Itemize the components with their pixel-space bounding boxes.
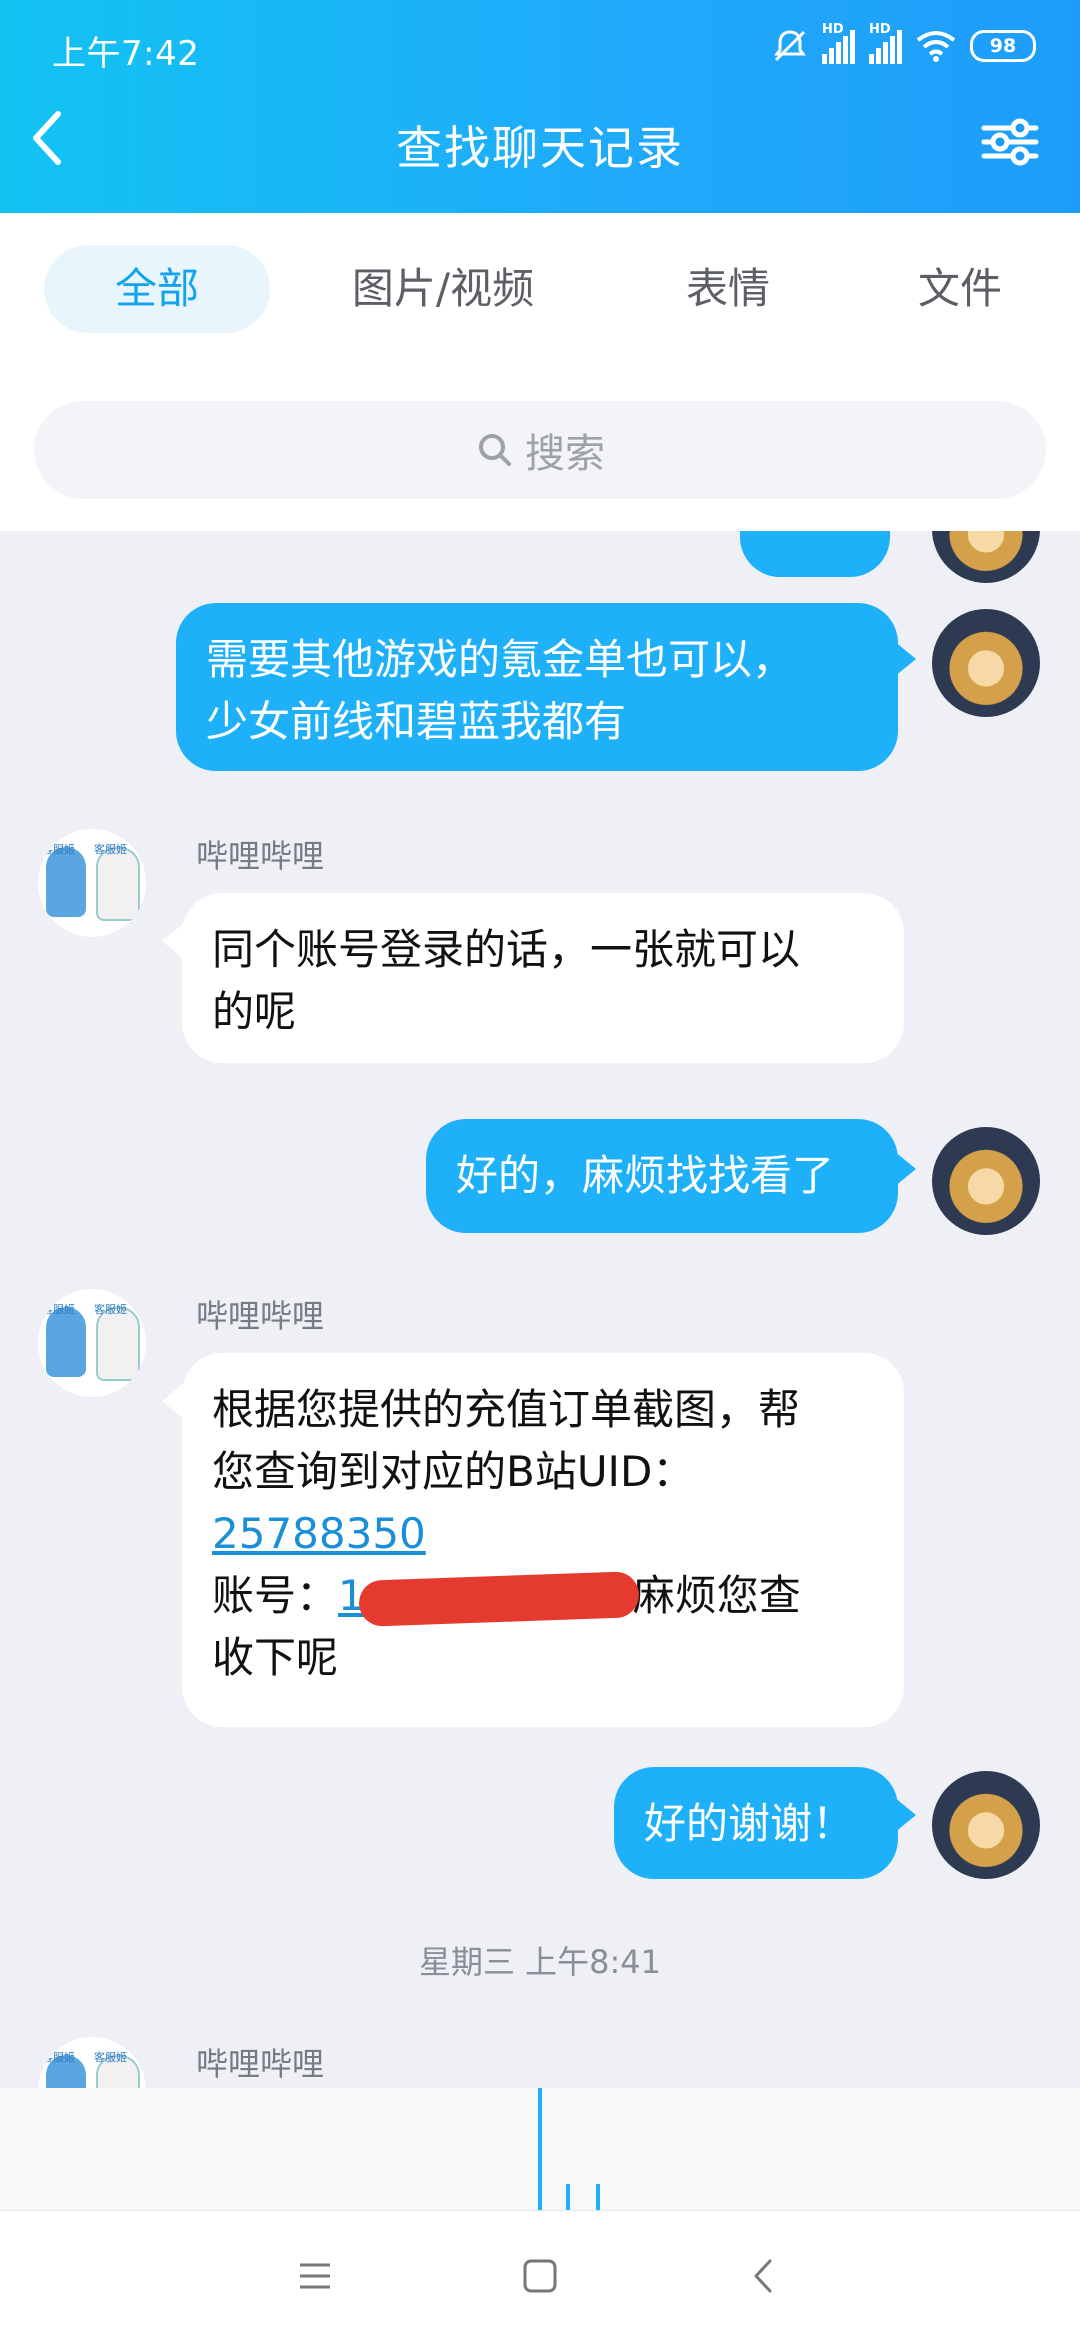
partial-message-bubble [740,531,890,577]
message-text-line: 同个账号登录的话，一张就可以 [212,925,801,974]
system-nav-bar [0,2210,1080,2341]
bilibili-service-avatar[interactable]: 客服姬 客服姬 [38,2037,146,2088]
sender-name: 哔哩哔哩 [196,1297,325,1335]
user-avatar[interactable] [932,609,1040,717]
message-text: 好的谢谢！ [644,1799,855,1848]
status-time: 上午7:42 [52,34,200,74]
search-section: 搜索 [0,363,1080,531]
bilibili-service-avatar[interactable]: 客服姬 客服姬 [38,1289,146,1397]
menu-icon[interactable] [290,2251,340,2301]
chat-history[interactable]: 需要其他游戏的氪金单也可以， 少女前线和碧蓝我都有 客服姬 客服姬 哔哩哔哩 同… [0,531,1080,2088]
tab-all[interactable]: 全部 [44,245,270,333]
back-icon[interactable] [740,2251,790,2301]
loading-bar [596,2184,600,2210]
message-bubble-outgoing: 好的谢谢！ [614,1767,898,1879]
message-bubble-outgoing: 需要其他游戏的氪金单也可以， 少女前线和碧蓝我都有 [176,603,898,771]
network-type-1: HD [822,22,844,37]
message-text-line: 需要其他游戏的氪金单也可以， [206,635,795,684]
bubble-tail [894,641,916,677]
bubble-tail [162,923,184,959]
bubble-tail [894,1797,916,1833]
bubble-tail [162,1383,184,1419]
account-suffix: 麻烦您查 [632,1571,801,1620]
wifi-icon [916,31,956,62]
home-icon[interactable] [515,2251,565,2301]
user-avatar[interactable] [932,1771,1040,1879]
message-bubble-incoming: 根据您提供的充值订单截图，帮 您查询到对应的B站UID： 25788350 账号… [182,1353,904,1727]
avatar-badge: 客服姬 [94,2051,127,2064]
avatar-badge: 客服姬 [94,1303,127,1316]
signal-2: HD [869,22,902,64]
user-avatar[interactable] [932,1127,1040,1235]
battery-indicator: 98 [970,30,1036,62]
sender-name: 哔哩哔哩 [196,837,325,875]
user-avatar [932,531,1040,583]
tab-images-videos[interactable]: 图片/视频 [330,245,556,333]
tab-files[interactable]: 文件 [862,245,1058,333]
account-label: 账号： [212,1571,339,1620]
avatar-badge: 客服姬 [94,843,127,856]
loading-area [0,2088,1080,2210]
network-type-2: HD [869,22,891,37]
search-input[interactable]: 搜索 [34,401,1046,499]
app-header: 上午7:42 HD HD 98 查找聊天记录 [0,0,1080,213]
redaction-mark [358,1570,640,1627]
bubble-tail [894,1151,916,1187]
filter-tabs: 全部 图片/视频 表情 文件 [0,213,1080,363]
tab-stickers[interactable]: 表情 [630,245,826,333]
signal-1: HD [822,22,855,64]
avatar-badge: 客服姬 [42,2051,75,2064]
uid-link[interactable]: 25788350 [212,1509,426,1558]
message-bubble-incoming: 同个账号登录的话，一张就可以 的呢 [182,893,904,1063]
message-bubble-outgoing: 好的，麻烦找找看了 [426,1119,898,1233]
message-text-line: 少女前线和碧蓝我都有 [206,697,627,746]
bilibili-service-avatar[interactable]: 客服姬 客服姬 [38,829,146,937]
message-text: 好的，麻烦找找看了 [456,1151,835,1200]
loading-bar [566,2184,570,2210]
message-text-line: 您查询到对应的B站UID： [212,1447,695,1496]
loading-bar [538,2088,542,2210]
filter-settings-icon[interactable] [980,114,1040,170]
message-text-line: 的呢 [212,987,297,1036]
message-text-line: 收下呢 [212,1633,339,1682]
timestamp: 星期三 上午8:41 [418,1943,662,1981]
status-icons: HD HD 98 [772,22,1036,68]
sender-name: 哔哩哔哩 [196,2045,325,2083]
mute-icon [774,30,806,62]
search-icon [479,434,511,466]
avatar-badge: 客服姬 [42,1303,75,1316]
avatar-badge: 客服姬 [42,843,75,856]
search-placeholder: 搜索 [525,431,605,477]
message-text-line: 根据您提供的充值订单截图，帮 [212,1385,801,1434]
page-title: 查找聊天记录 [396,121,684,175]
